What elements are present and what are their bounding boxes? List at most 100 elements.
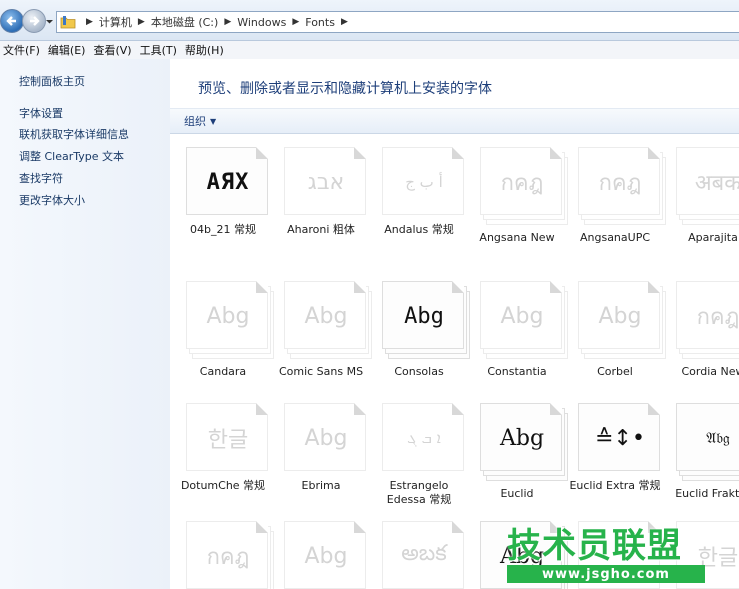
font-preview-icon: Abg (578, 281, 666, 359)
font-sample-text: กคฎ (696, 304, 739, 330)
address-bar-region: ▶ 计算机 ▶ 本地磁盘 (C:) ▶ Windows ▶ Fonts ▶ (0, 0, 739, 41)
font-tile[interactable]: กคฎ Angsana New (464, 137, 568, 257)
font-preview-icon: Abg (382, 281, 470, 359)
font-sample-text: Abg (206, 303, 250, 329)
menu-edit[interactable]: 编辑(E) (45, 42, 91, 58)
sidebar-link-find-character[interactable]: 查找字符 (19, 170, 63, 186)
arrow-left-icon (6, 16, 16, 26)
watermark-title: 技术员联盟 (507, 526, 682, 566)
font-sample-text: अबक (694, 171, 739, 196)
font-preview-icon: ܐ ܒ ܓ (382, 403, 464, 471)
font-sample-text: అబక (401, 541, 447, 566)
font-sample-text: Abg (404, 303, 444, 329)
menu-help[interactable]: 帮助(H) (182, 42, 229, 58)
font-name-label: Cordia New (681, 365, 739, 378)
font-sample-text: กคฎ (206, 544, 250, 570)
menu-file[interactable]: 文件(F) (0, 42, 45, 58)
menu-tools[interactable]: 工具(T) (137, 42, 182, 58)
font-name-label: Aparajita (688, 231, 738, 244)
forward-button[interactable] (22, 9, 46, 33)
command-bar: 组织 ▼ (170, 108, 739, 134)
font-name-label: Andalus 常规 (384, 223, 454, 236)
sidebar-link-control-panel-home[interactable]: 控制面板主页 (19, 73, 85, 89)
sidebar-link-font-settings[interactable]: 字体设置 (19, 105, 63, 121)
font-tile[interactable]: Abg Constantia (464, 271, 568, 391)
font-preview-icon: ≙↕• (578, 403, 660, 471)
history-dropdown-icon[interactable] (45, 17, 54, 26)
font-sample-text: Abg (598, 303, 642, 329)
address-field[interactable]: ▶ 计算机 ▶ 本地磁盘 (C:) ▶ Windows ▶ Fonts ▶ (56, 11, 739, 33)
back-button[interactable] (0, 9, 24, 33)
font-name-label: Corbel (597, 365, 633, 378)
font-name-label: Euclid Fraktur (675, 487, 739, 500)
sidebar-link-adjust-cleartype[interactable]: 调整 ClearType 文本 (19, 148, 124, 164)
font-tile[interactable]: Abg (268, 511, 366, 589)
font-name-label: 04b_21 常规 (190, 223, 256, 236)
font-tile[interactable]: अबक Aparajita (660, 137, 739, 257)
font-sample-text: 한글 (207, 428, 249, 453)
organize-button[interactable]: 组织 ▼ (184, 113, 216, 129)
breadcrumb-windows[interactable]: Windows (237, 16, 286, 29)
font-tile[interactable]: אבג Aharoni 粗体 (268, 137, 366, 257)
font-tile[interactable]: ≙↕• Euclid Extra 常规 (562, 393, 661, 513)
font-name-label: Ebrima (301, 479, 341, 492)
chevron-right-icon[interactable]: ▶ (341, 17, 348, 27)
font-tile[interactable]: กคฎ AngsanaUPC (562, 137, 666, 257)
font-tile[interactable]: ܐ ܒ ܓ Estrangelo Edessa 常规 (366, 393, 464, 513)
font-preview-icon: กคฎ (676, 281, 739, 359)
watermark: 技术员联盟 www.jsgho.com (507, 518, 739, 586)
sidebar-link-get-font-info-online[interactable]: 联机获取字体详细信息 (19, 126, 129, 142)
font-sample-text: AЯX (206, 169, 250, 195)
breadcrumb-fonts[interactable]: Fonts (305, 16, 335, 29)
font-preview-icon: అబక (382, 521, 464, 589)
font-tile[interactable]: Abg Comic Sans MS (268, 271, 372, 391)
font-preview-icon: Abg (284, 281, 372, 359)
font-tile[interactable]: أ ب ج Andalus 常规 (366, 137, 464, 257)
caret-down-icon: ▼ (210, 116, 217, 126)
watermark-url: www.jsgho.com (507, 565, 705, 583)
chevron-right-icon[interactable]: ▶ (86, 17, 93, 27)
font-name-label: Estrangelo Edessa 常规 (386, 479, 452, 506)
font-sample-text: ܐ ܒ ܓ (407, 429, 441, 447)
font-sample-text: กคฎ (598, 170, 642, 196)
font-tile[interactable]: అబక (366, 511, 464, 589)
font-name-label: Euclid (500, 487, 534, 500)
font-preview-icon: Abg (284, 403, 366, 471)
font-preview-icon: Abg (284, 521, 366, 589)
font-name-label: AngsanaUPC (579, 231, 651, 244)
font-tile[interactable]: 𝔄𝔟𝔤 Euclid Fraktur (660, 393, 739, 513)
page-title: 预览、删除或者显示和隐藏计算机上安装的字体 (198, 81, 492, 97)
font-sample-text: Abg (304, 543, 348, 569)
font-preview-icon: กคฎ (186, 521, 274, 589)
font-tile[interactable]: Abg Ebrima (268, 393, 366, 513)
font-tile[interactable]: Abg Candara (170, 271, 274, 391)
chevron-right-icon[interactable]: ▶ (224, 17, 231, 27)
chevron-right-icon[interactable]: ▶ (138, 17, 145, 27)
font-tile[interactable]: Abg Corbel (562, 271, 666, 391)
menu-bar: 文件(F) 编辑(E) 查看(V) 工具(T) 帮助(H) (0, 41, 739, 59)
sidebar-link-change-font-size[interactable]: 更改字体大小 (19, 192, 85, 208)
breadcrumb-computer[interactable]: 计算机 (99, 14, 132, 30)
font-preview-icon: Abg (186, 281, 274, 359)
font-tile[interactable]: Abg Euclid (464, 393, 568, 513)
arrow-right-icon (30, 16, 40, 26)
organize-label: 组织 (184, 115, 206, 128)
menu-view[interactable]: 查看(V) (90, 42, 136, 58)
font-preview-icon: 한글 (186, 403, 268, 471)
font-sample-text: Abg (304, 425, 348, 451)
font-sample-text: أ ب ج (405, 173, 443, 191)
sidebar: 控制面板主页 字体设置 联机获取字体详细信息 调整 ClearType 文本 查… (0, 59, 170, 589)
font-tile[interactable]: กคฎ (170, 511, 274, 589)
font-tile[interactable]: กคฎ Cordia New (660, 271, 739, 391)
font-name-label: Candara (199, 365, 247, 378)
font-tile[interactable]: Abg Consolas (366, 271, 470, 391)
font-sample-text: Abg (500, 303, 544, 329)
chevron-right-icon[interactable]: ▶ (292, 17, 299, 27)
main-pane: 预览、删除或者显示和隐藏计算机上安装的字体 组织 ▼ AЯX 04b_21 常规 א… (170, 59, 739, 589)
font-preview-icon: กคฎ (480, 147, 568, 225)
font-sample-text: ≙↕• (595, 425, 645, 451)
font-tile[interactable]: AЯX 04b_21 常规 (170, 137, 268, 257)
font-tile[interactable]: 한글 DotumChe 常规 (170, 393, 268, 513)
font-name-label: Comic Sans MS (278, 365, 364, 378)
breadcrumb-local-disk[interactable]: 本地磁盘 (C:) (151, 14, 218, 30)
